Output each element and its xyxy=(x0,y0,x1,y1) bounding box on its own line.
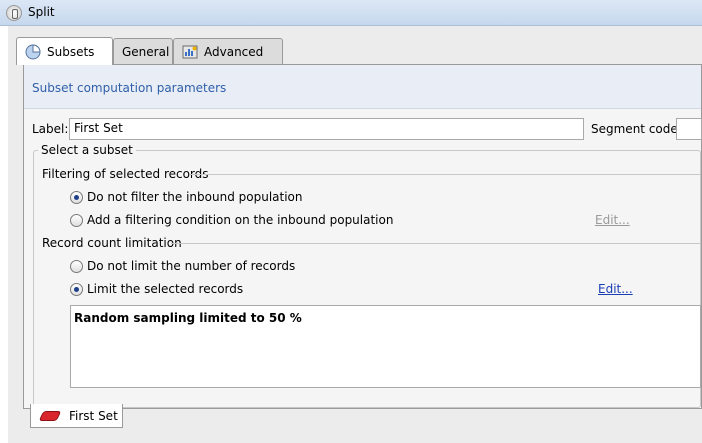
tab-general-label: General xyxy=(122,44,170,59)
radio-add-filter[interactable] xyxy=(70,214,83,227)
limitation-separator xyxy=(171,243,700,244)
segment-code-label: Segment code: xyxy=(591,122,682,136)
select-subset-legend: Select a subset xyxy=(38,143,136,157)
tab-subsets[interactable]: Subsets xyxy=(16,37,113,65)
label-input[interactable]: First Set xyxy=(69,118,584,140)
tab-advanced[interactable]: Advanced xyxy=(173,38,283,64)
section-header-title: Subset computation parameters xyxy=(32,81,227,95)
radio-add-filter-label: Add a filtering condition on the inbound… xyxy=(87,213,394,227)
summary-box: Random sampling limited to 50 % xyxy=(70,305,701,388)
tab-advanced-label: Advanced xyxy=(204,44,264,59)
segment-code-input[interactable] xyxy=(676,118,702,140)
limitation-title: Record count limitation xyxy=(42,236,182,250)
radio-no-filter[interactable] xyxy=(70,191,83,204)
radio-no-limit-label: Do not limit the number of records xyxy=(87,259,296,273)
window-title: Split xyxy=(28,5,55,19)
filtering-separator xyxy=(190,174,700,175)
pie-chart-icon xyxy=(25,43,41,59)
radio-no-limit[interactable] xyxy=(70,260,83,273)
tab-general[interactable]: General xyxy=(113,38,173,64)
subset-tab-label: First Set xyxy=(69,408,118,423)
limit-edit-link[interactable]: Edit... xyxy=(598,282,633,296)
app-icon xyxy=(6,5,22,21)
filter-edit-link: Edit... xyxy=(595,213,630,227)
tab-content: Subset computation parameters Label: Fir… xyxy=(23,64,702,409)
label-label: Label: xyxy=(32,122,69,136)
subset-tab-first-set[interactable]: First Set xyxy=(30,404,123,428)
tab-subsets-label: Subsets xyxy=(47,44,95,59)
radio-no-filter-label: Do not filter the inbound population xyxy=(87,190,303,204)
filtering-title: Filtering of selected records xyxy=(42,167,209,181)
eraser-icon xyxy=(38,410,62,421)
settings-chart-icon xyxy=(182,45,198,58)
main-panel: Subsets General Advanced Subset computat… xyxy=(8,26,702,443)
form-area: Label: First Set Segment code: Select a … xyxy=(24,109,702,408)
title-bar: Split xyxy=(0,0,702,26)
radio-limit[interactable] xyxy=(70,283,83,296)
section-header: Subset computation parameters xyxy=(24,65,701,109)
radio-limit-label: Limit the selected records xyxy=(87,282,244,296)
